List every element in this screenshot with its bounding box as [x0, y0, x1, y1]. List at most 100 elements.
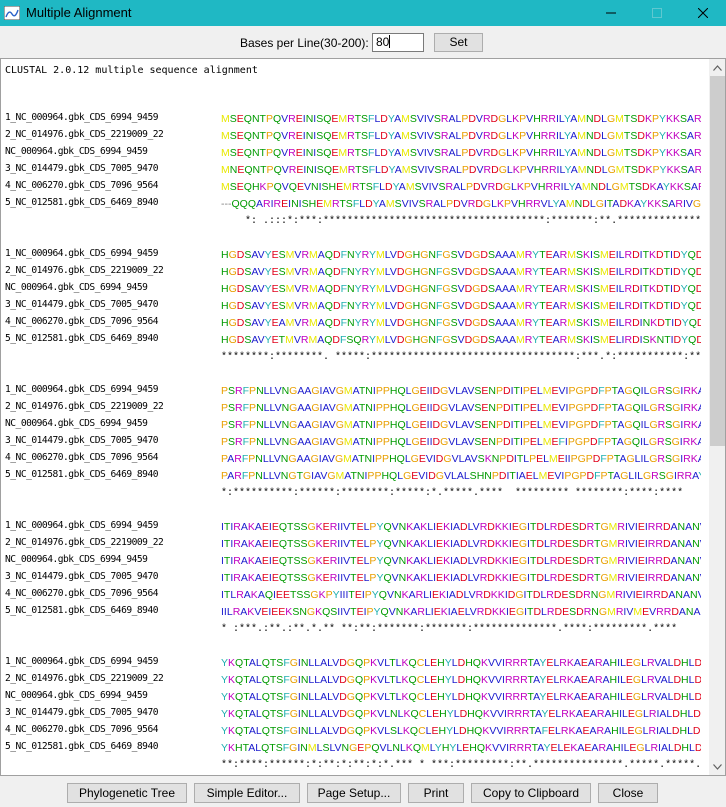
- sequence-name: 3_NC_014479.gbk_CDS_7005_9470: [5, 435, 159, 446]
- copy-to-clipboard-button[interactable]: Copy to Clipboard: [471, 783, 591, 803]
- sequence-name: 2_NC_014976.gbk_CDS_2219009_22: [5, 265, 164, 276]
- sequence-name: 2_NC_014976.gbk_CDS_2219009_22: [5, 673, 164, 684]
- sequence-name: 4_NC_006270.gbk_CDS_7096_9564: [5, 452, 159, 463]
- sequence-row: 2_NC_014976.gbk_CDS_2219009_22 YKQTALQTSF…: [1, 672, 709, 689]
- sequence-residues: HGDSAVYEAMVRMAQDFNYRYMLVDGHGNFGSVDGDSAAA…: [221, 317, 701, 329]
- sequence-row: 3_NC_014479.gbk_CDS_7005_9470 MNEQNTPQVRE…: [1, 162, 709, 179]
- sequence-row: 4_NC_006270.gbk_CDS_7096_9564 PARFPNLLVNG…: [1, 451, 709, 468]
- simple-editor-button[interactable]: Simple Editor...: [194, 783, 300, 803]
- close-window-button[interactable]: [680, 0, 725, 26]
- sequence-name: 3_NC_014479.gbk_CDS_7005_9470: [5, 163, 159, 174]
- sequence-name: 3_NC_014479.gbk_CDS_7005_9470: [5, 707, 159, 718]
- sequence-residues: ITIRAKAEIEQTSSGKERIIVTELPYQVNKAKLIEKIADL…: [221, 572, 701, 584]
- sequence-residues: ITIRAKAEIEQTSSGKERIIVTELPYQVNKAKLIEKIADL…: [221, 538, 701, 550]
- consensus-line: * :***.:**.:**.*.** **:**:*******:******…: [221, 624, 678, 635]
- consensus-line: *:**********:******:********:*****:*.***…: [221, 488, 684, 499]
- sequence-row: 4_NC_006270.gbk_CDS_7096_9564 HGDSAVYEAMV…: [1, 315, 709, 332]
- sequence-residues: YKQTALQTSFGINLLALVDGQPKVLTLKQCLEHYLDHQKV…: [221, 691, 701, 703]
- sequence-row: 4_NC_006270.gbk_CDS_7096_9564 YKQTALQTSFG…: [1, 723, 709, 740]
- sequence-row: 5_NC_012581.gbk_CDS_6469_8940 ---QQQARIRE…: [1, 196, 709, 213]
- bases-per-line-input[interactable]: 80: [372, 33, 424, 52]
- sequence-name: 1_NC_000964.gbk_CDS_6994_9459: [5, 248, 159, 259]
- sequence-row: 3_NC_014479.gbk_CDS_7005_9470 ITIRAKAEIEQ…: [1, 570, 709, 587]
- sequence-row: 5_NC_012581.gbk_CDS_6469_8940 IILRAKVEIEE…: [1, 604, 709, 621]
- sequence-name: 4_NC_006270.gbk_CDS_7096_9564: [5, 588, 159, 599]
- sequence-row: 2_NC_014976.gbk_CDS_2219009_22 PSRFPNLLVN…: [1, 400, 709, 417]
- sequence-name: 5_NC_012581.gbk_CDS_6469_8940: [5, 605, 159, 616]
- sequence-row: 4_NC_006270.gbk_CDS_7096_9564 ITLRAKAQIEE…: [1, 587, 709, 604]
- sequence-residues: IILRAKVEIEEKSNGKQSIIVTEIPYQVNKARLIEKIAEL…: [221, 606, 701, 618]
- sequence-residues: YKHTALQTSFGINMLSLVNGEPQVLNLKQMLYHYLEHQKV…: [221, 742, 701, 754]
- alignment-header: CLUSTAL 2.0.12 multiple sequence alignme…: [5, 65, 258, 76]
- sequence-residues: YKQTALQTSFGINLLALVDGQPKVLNLKQCLEHYLDHQKV…: [221, 708, 701, 720]
- sequence-name: 2_NC_014976.gbk_CDS_2219009_22: [5, 401, 164, 412]
- sequence-residues: MNEQNTPQVREINISQEMRTSFLDYAMSVIVSRALPDVRD…: [221, 164, 701, 176]
- maximize-button[interactable]: [634, 0, 679, 26]
- sequence-residues: MSEQNTPQVREINISQEMRTSFLDYAMSVIVSRALPDVRD…: [221, 113, 701, 125]
- sequence-name: NC_000964.gbk_CDS_6994_9459: [5, 146, 148, 157]
- page-setup-button[interactable]: Page Setup...: [307, 783, 401, 803]
- consensus-row: *:**********:******:********:*****:*.***…: [1, 485, 709, 502]
- sequence-row: 2_NC_014976.gbk_CDS_2219009_22 HGDSAVYESM…: [1, 264, 709, 281]
- sequence-row: 3_NC_014479.gbk_CDS_7005_9470 YKQTALQTSFG…: [1, 706, 709, 723]
- scroll-thumb[interactable]: [710, 76, 725, 446]
- bases-per-line-label: Bases per Line(30-200):: [240, 36, 369, 50]
- app-icon: [4, 6, 20, 20]
- bottom-button-bar: Phylogenetic Tree Simple Editor... Page …: [0, 778, 726, 807]
- close-button[interactable]: Close: [598, 783, 658, 803]
- sequence-row: 4_NC_006270.gbk_CDS_7096_9564 MSEQHKPQVQE…: [1, 179, 709, 196]
- sequence-residues: PSRFPNLLVNGAAGIAVGMATNIPPHQLGEIIDGVLAVSE…: [221, 436, 701, 448]
- print-button[interactable]: Print: [408, 783, 464, 803]
- vertical-scrollbar[interactable]: [709, 59, 725, 775]
- sequence-residues: MSEQHKPQVQEVNISHEMRTSFLDYAMSVIVSRALPDVRD…: [221, 181, 701, 193]
- phylogenetic-tree-button[interactable]: Phylogenetic Tree: [67, 783, 187, 803]
- minimize-button[interactable]: [588, 0, 633, 26]
- set-button[interactable]: Set: [434, 33, 483, 52]
- sequence-row: NC_000964.gbk_CDS_6994_9459 PSRFPNLLVNGAA…: [1, 417, 709, 434]
- sequence-name: 4_NC_006270.gbk_CDS_7096_9564: [5, 316, 159, 327]
- close-icon: [697, 8, 708, 18]
- sequence-residues: ITLRAKAQIEETSSGKPYIIITEIPYQVNKARLIEKIADL…: [221, 589, 701, 601]
- sequence-row: 1_NC_000964.gbk_CDS_6994_9459 MSEQNTPQVRE…: [1, 111, 709, 128]
- minimize-icon: [605, 12, 616, 14]
- consensus-line: *: .:::*:***:***************************…: [221, 216, 701, 227]
- sequence-residues: YKQTALQTSFGINLLALVDGQPKVLTLKQCLEHYLDHQKV…: [221, 657, 701, 669]
- sequence-row: 2_NC_014976.gbk_CDS_2219009_22 MSEQNTPQVR…: [1, 128, 709, 145]
- sequence-residues: HGDSAVYESMVRMAQDFNYRYMLVDGHGNFGSVDGDSAAA…: [221, 249, 701, 261]
- sequence-residues: HGDSAVYESMVRMAQDFNYRYMLVDGHGNFGSVDGDSAAA…: [221, 266, 701, 278]
- sequence-name: 1_NC_000964.gbk_CDS_6994_9459: [5, 112, 159, 123]
- sequence-row: 5_NC_012581.gbk_CDS_6469_8940 HGDSAVYETMV…: [1, 332, 709, 349]
- sequence-residues: HGDSAVYESMVRMAQDFNYRYMLVDGHGNFGSVDGDSAAA…: [221, 300, 701, 312]
- scroll-up-button[interactable]: [709, 59, 725, 76]
- alignment-pane[interactable]: CLUSTAL 2.0.12 multiple sequence alignme…: [0, 58, 726, 776]
- sequence-row: NC_000964.gbk_CDS_6994_9459 ITIRAKAEIEQTS…: [1, 553, 709, 570]
- sequence-residues: ITIRAKAEIEQTSSGKERIIVTELPYQVNKAKLIEKIADL…: [221, 521, 701, 533]
- sequence-residues: PARFPNLLVNGTGIAVGMATNIPPHQLGEVIDGVLALSHN…: [221, 470, 701, 482]
- sequence-name: 3_NC_014479.gbk_CDS_7005_9470: [5, 299, 159, 310]
- sequence-residues: ITIRAKAEIEQTSSGKERIIVTELPYQVNKAKLIEKIADL…: [221, 555, 701, 567]
- sequence-row: 3_NC_014479.gbk_CDS_7005_9470 PSRFPNLLVNG…: [1, 434, 709, 451]
- sequence-row: 1_NC_000964.gbk_CDS_6994_9459 ITIRAKAEIEQ…: [1, 519, 709, 536]
- sequence-name: 1_NC_000964.gbk_CDS_6994_9459: [5, 384, 159, 395]
- sequence-row: 1_NC_000964.gbk_CDS_6994_9459 YKQTALQTSFG…: [1, 655, 709, 672]
- consensus-row: *: .:::*:***:***************************…: [1, 213, 709, 230]
- sequence-row: 1_NC_000964.gbk_CDS_6994_9459 PSRFPNLLVNG…: [1, 383, 709, 400]
- sequence-residues: YKQTALQTSFGINLLALVDGQPKVLTLKQCLEHYLDHQKV…: [221, 674, 701, 686]
- sequence-residues: MSEQNTPQVREINISQEMRTSFLDYAMSVIVSRALPDVRD…: [221, 130, 701, 142]
- sequence-row: NC_000964.gbk_CDS_6994_9459 MSEQNTPQVREIN…: [1, 145, 709, 162]
- sequence-name: 5_NC_012581.gbk_CDS_6469_8940: [5, 197, 159, 208]
- sequence-name: 1_NC_000964.gbk_CDS_6994_9459: [5, 520, 159, 531]
- sequence-name: NC_000964.gbk_CDS_6994_9459: [5, 418, 148, 429]
- sequence-name: 3_NC_014479.gbk_CDS_7005_9470: [5, 571, 159, 582]
- sequence-name: 5_NC_012581.gbk_CDS_6469_8940: [5, 469, 159, 480]
- scroll-down-button[interactable]: [709, 758, 725, 775]
- sequence-name: 4_NC_006270.gbk_CDS_7096_9564: [5, 724, 159, 735]
- sequence-name: 2_NC_014976.gbk_CDS_2219009_22: [5, 537, 164, 548]
- sequence-name: 5_NC_012581.gbk_CDS_6469_8940: [5, 741, 159, 752]
- chevron-down-icon: [713, 763, 722, 770]
- window-title: Multiple Alignment: [26, 5, 132, 20]
- sequence-residues: ---QQQARIREINISHEMRTSFLDYAMSVIVSRALPDVRD…: [221, 198, 701, 210]
- sequence-residues: PSRFPNLLVNGAAGIAVGMATNIPPHQLGEIIDGVLAVSE…: [221, 402, 701, 414]
- sequence-name: NC_000964.gbk_CDS_6994_9459: [5, 282, 148, 293]
- sequence-name: NC_000964.gbk_CDS_6994_9459: [5, 690, 148, 701]
